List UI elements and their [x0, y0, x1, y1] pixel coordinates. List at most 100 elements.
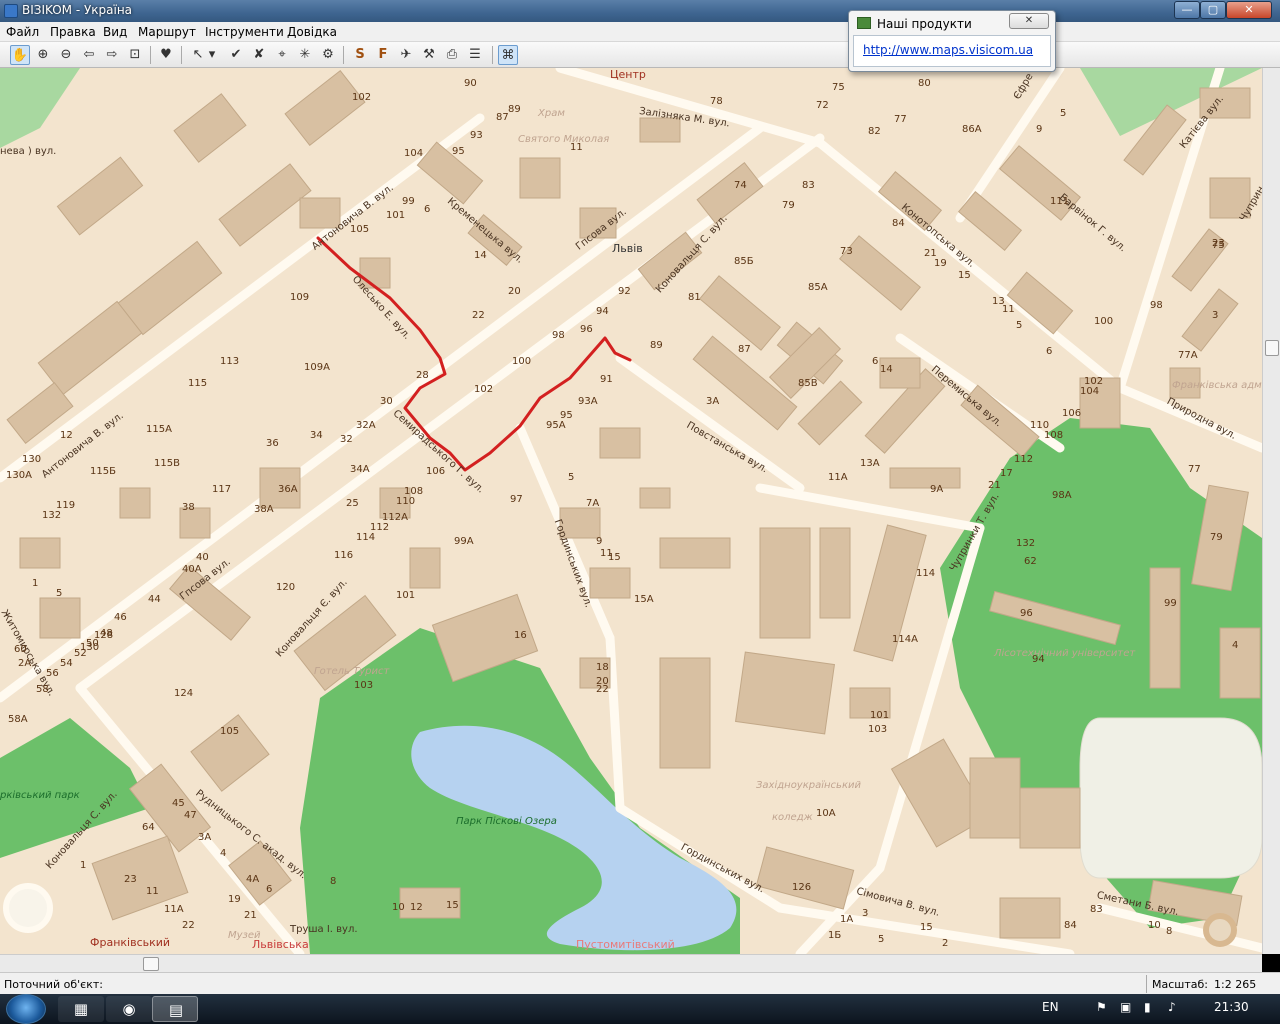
house-number: 93А: [578, 396, 598, 407]
battery-icon[interactable]: ▮: [1144, 1000, 1151, 1014]
waypoint-icon[interactable]: ✳: [295, 45, 315, 65]
house-number: 94: [1032, 654, 1045, 665]
horizontal-scrollbar[interactable]: [0, 954, 1262, 972]
route-options-icon[interactable]: ⚙: [318, 45, 338, 65]
house-number: 99: [402, 196, 415, 207]
taskbar-chrome[interactable]: ◉: [106, 996, 152, 1022]
back-arrow-icon[interactable]: ⇦: [79, 45, 99, 65]
language-indicator[interactable]: EN: [1042, 1000, 1059, 1014]
house-number: 104: [404, 148, 424, 159]
house-number: 13А: [860, 458, 880, 469]
house-number: 20: [508, 286, 521, 297]
house-number: 62: [1024, 556, 1037, 567]
minimize-button[interactable]: —: [1174, 1, 1200, 19]
map-canvas[interactable]: Центр Храм Святого Миколая Львів Готель …: [0, 68, 1262, 954]
route-list-icon[interactable]: ☰: [465, 45, 485, 65]
house-number: 97: [510, 494, 523, 505]
pan-hand-icon[interactable]: ✋: [10, 45, 30, 65]
house-number: 6: [266, 884, 273, 895]
house-number: 120: [276, 582, 296, 593]
house-number: 132: [42, 510, 62, 521]
house-number: 95А: [546, 420, 566, 431]
menu-tools[interactable]: Інструменти: [205, 25, 284, 39]
house-number: 3А: [198, 832, 212, 843]
forward-arrow-icon[interactable]: ⇨: [102, 45, 122, 65]
house-number: 10: [392, 902, 405, 913]
house-number: 74: [734, 180, 747, 191]
route-print-icon[interactable]: ⎙: [442, 45, 462, 65]
house-number: 4: [220, 848, 227, 859]
house-number: 5: [1016, 320, 1023, 331]
menu-route[interactable]: Маршрут: [138, 25, 196, 39]
network-icon[interactable]: ▣: [1120, 1000, 1131, 1014]
current-object-label: Поточний об'єкт:: [4, 978, 103, 991]
house-number: 96: [1020, 608, 1033, 619]
search-s-icon[interactable]: S: [350, 45, 370, 65]
route-points-icon[interactable]: ⌖: [272, 45, 292, 65]
zoom-in-icon[interactable]: ⊕: [33, 45, 53, 65]
menu-edit[interactable]: Правка: [50, 25, 96, 39]
close-button[interactable]: ✕: [1226, 1, 1272, 19]
clock[interactable]: 21:30: [1214, 1000, 1249, 1014]
taskbar: ▦ ◉ ▤ EN ⚑ ▣ ▮ ♪ 21:30: [0, 994, 1280, 1024]
house-number: 91: [600, 374, 613, 385]
house-number: 3: [1212, 310, 1219, 321]
house-number: 15: [446, 900, 459, 911]
house-number: 15: [920, 922, 933, 933]
taskbar-visicom[interactable]: ▤: [152, 996, 198, 1022]
zoom-out-icon[interactable]: ⊖: [56, 45, 76, 65]
full-extent-icon[interactable]: ⊡: [125, 45, 145, 65]
menu-file[interactable]: Файл: [6, 25, 39, 39]
house-number: 58А: [8, 714, 28, 725]
street-trusha: Труша І. вул.: [290, 924, 358, 935]
stadium: [1079, 717, 1262, 879]
house-number: 46: [114, 612, 127, 623]
house-number: 38: [182, 502, 195, 513]
popup-close-button[interactable]: ✕: [1009, 13, 1049, 29]
search-f-icon[interactable]: F: [373, 45, 393, 65]
house-number: 100: [512, 356, 532, 367]
house-number: 72: [816, 100, 829, 111]
vertical-scroll-thumb[interactable]: [1265, 340, 1279, 356]
label-frankivsk-adm: Франківська адм.: [1172, 380, 1262, 391]
house-number: 109: [290, 292, 310, 303]
house-number: 14: [474, 250, 487, 261]
maximize-button[interactable]: ▢: [1200, 1, 1226, 19]
house-number: 11: [146, 886, 159, 897]
house-number: 130: [80, 642, 100, 653]
gps-icon[interactable]: ⌘: [498, 45, 518, 65]
menu-view[interactable]: Вид: [103, 25, 127, 39]
house-number: 34А: [350, 464, 370, 475]
house-number: 132: [1016, 538, 1036, 549]
route-add-icon[interactable]: ✔: [226, 45, 246, 65]
taskbar-explorer[interactable]: ▦: [58, 996, 104, 1022]
route-calc-icon[interactable]: ⚒: [419, 45, 439, 65]
label-university: Лісотехнічний університет: [994, 648, 1136, 659]
house-number: 23: [124, 874, 137, 885]
volume-icon[interactable]: ♪: [1168, 1000, 1176, 1014]
route-remove-icon[interactable]: ✘: [249, 45, 269, 65]
house-number: 112А: [382, 512, 408, 523]
menu-help[interactable]: Довідка: [287, 25, 337, 39]
start-button[interactable]: [6, 994, 46, 1024]
toolbar-separator: [181, 46, 182, 64]
flag-icon[interactable]: ⚑: [1096, 1000, 1107, 1014]
dropdown-icon[interactable]: ▾: [206, 45, 218, 65]
house-number: 114: [356, 532, 376, 543]
house-number: 54: [60, 658, 73, 669]
house-number: 98: [1150, 300, 1163, 311]
house-number: 6: [1046, 346, 1053, 357]
house-number: 81: [688, 292, 701, 303]
scale-label: Масштаб:: [1152, 978, 1208, 991]
house-number: 83: [802, 180, 815, 191]
favorite-icon[interactable]: ♥: [156, 45, 176, 65]
vertical-scrollbar[interactable]: [1262, 68, 1280, 954]
vehicle-icon[interactable]: ✈: [396, 45, 416, 65]
horizontal-scroll-thumb[interactable]: [143, 957, 159, 971]
house-number: 16: [514, 630, 527, 641]
select-arrow-icon[interactable]: ↖: [188, 45, 208, 65]
house-number: 22: [182, 920, 195, 931]
house-number: 9А: [930, 484, 944, 495]
status-divider: [1146, 975, 1147, 993]
popup-link[interactable]: http://www.maps.visicom.ua: [863, 43, 1033, 57]
